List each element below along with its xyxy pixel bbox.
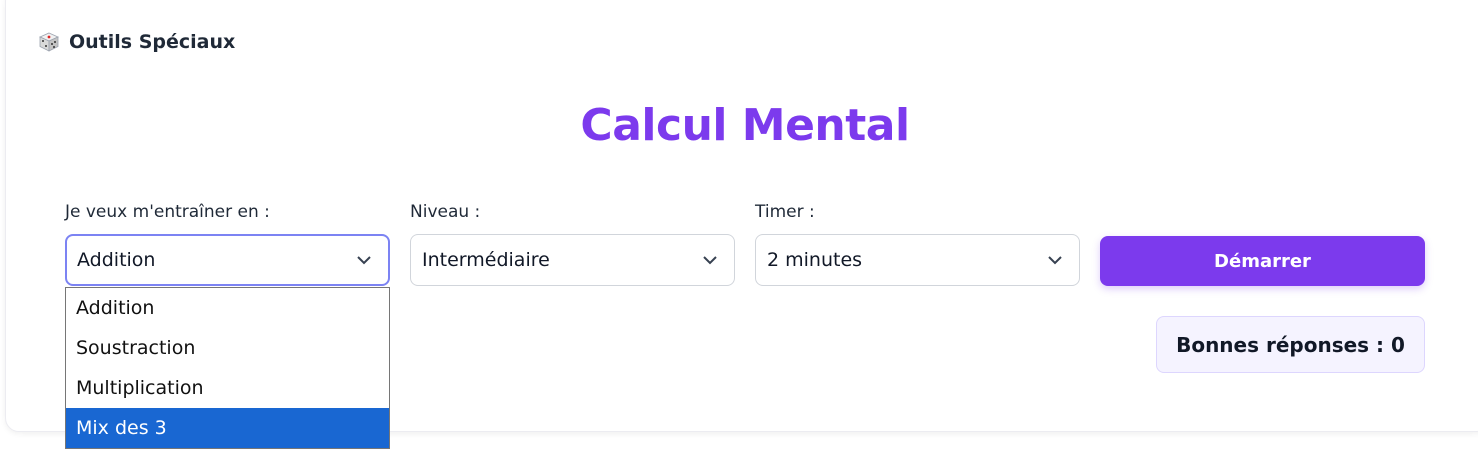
- operation-dropdown-list: Addition Soustraction Multiplication Mix…: [65, 287, 390, 449]
- level-label: Niveau :: [410, 202, 481, 222]
- timer-select[interactable]: 2 minutes: [755, 234, 1080, 286]
- chevron-down-icon: [1048, 256, 1062, 265]
- operation-select[interactable]: Addition: [65, 234, 390, 286]
- level-select[interactable]: Intermédiaire: [410, 234, 735, 286]
- timer-label: Timer :: [755, 202, 815, 222]
- page-title: Calcul Mental: [580, 100, 910, 151]
- dropdown-option-addition[interactable]: Addition: [66, 288, 389, 328]
- dropdown-option-mix[interactable]: Mix des 3: [66, 408, 389, 448]
- start-button[interactable]: Démarrer: [1100, 236, 1425, 286]
- chevron-down-icon: [357, 256, 371, 265]
- timer-select-value: 2 minutes: [767, 249, 863, 271]
- level-select-value: Intermédiaire: [422, 249, 550, 271]
- dice-icon: [39, 32, 59, 52]
- operation-select-value: Addition: [77, 249, 156, 271]
- operation-label: Je veux m'entraîner en :: [65, 202, 270, 222]
- dropdown-option-soustraction[interactable]: Soustraction: [66, 328, 389, 368]
- section-header: Outils Spéciaux: [38, 28, 235, 56]
- score-display: Bonnes réponses : 0: [1156, 316, 1425, 373]
- dropdown-option-multiplication[interactable]: Multiplication: [66, 368, 389, 408]
- chevron-down-icon: [703, 256, 717, 265]
- section-title: Outils Spéciaux: [69, 31, 236, 53]
